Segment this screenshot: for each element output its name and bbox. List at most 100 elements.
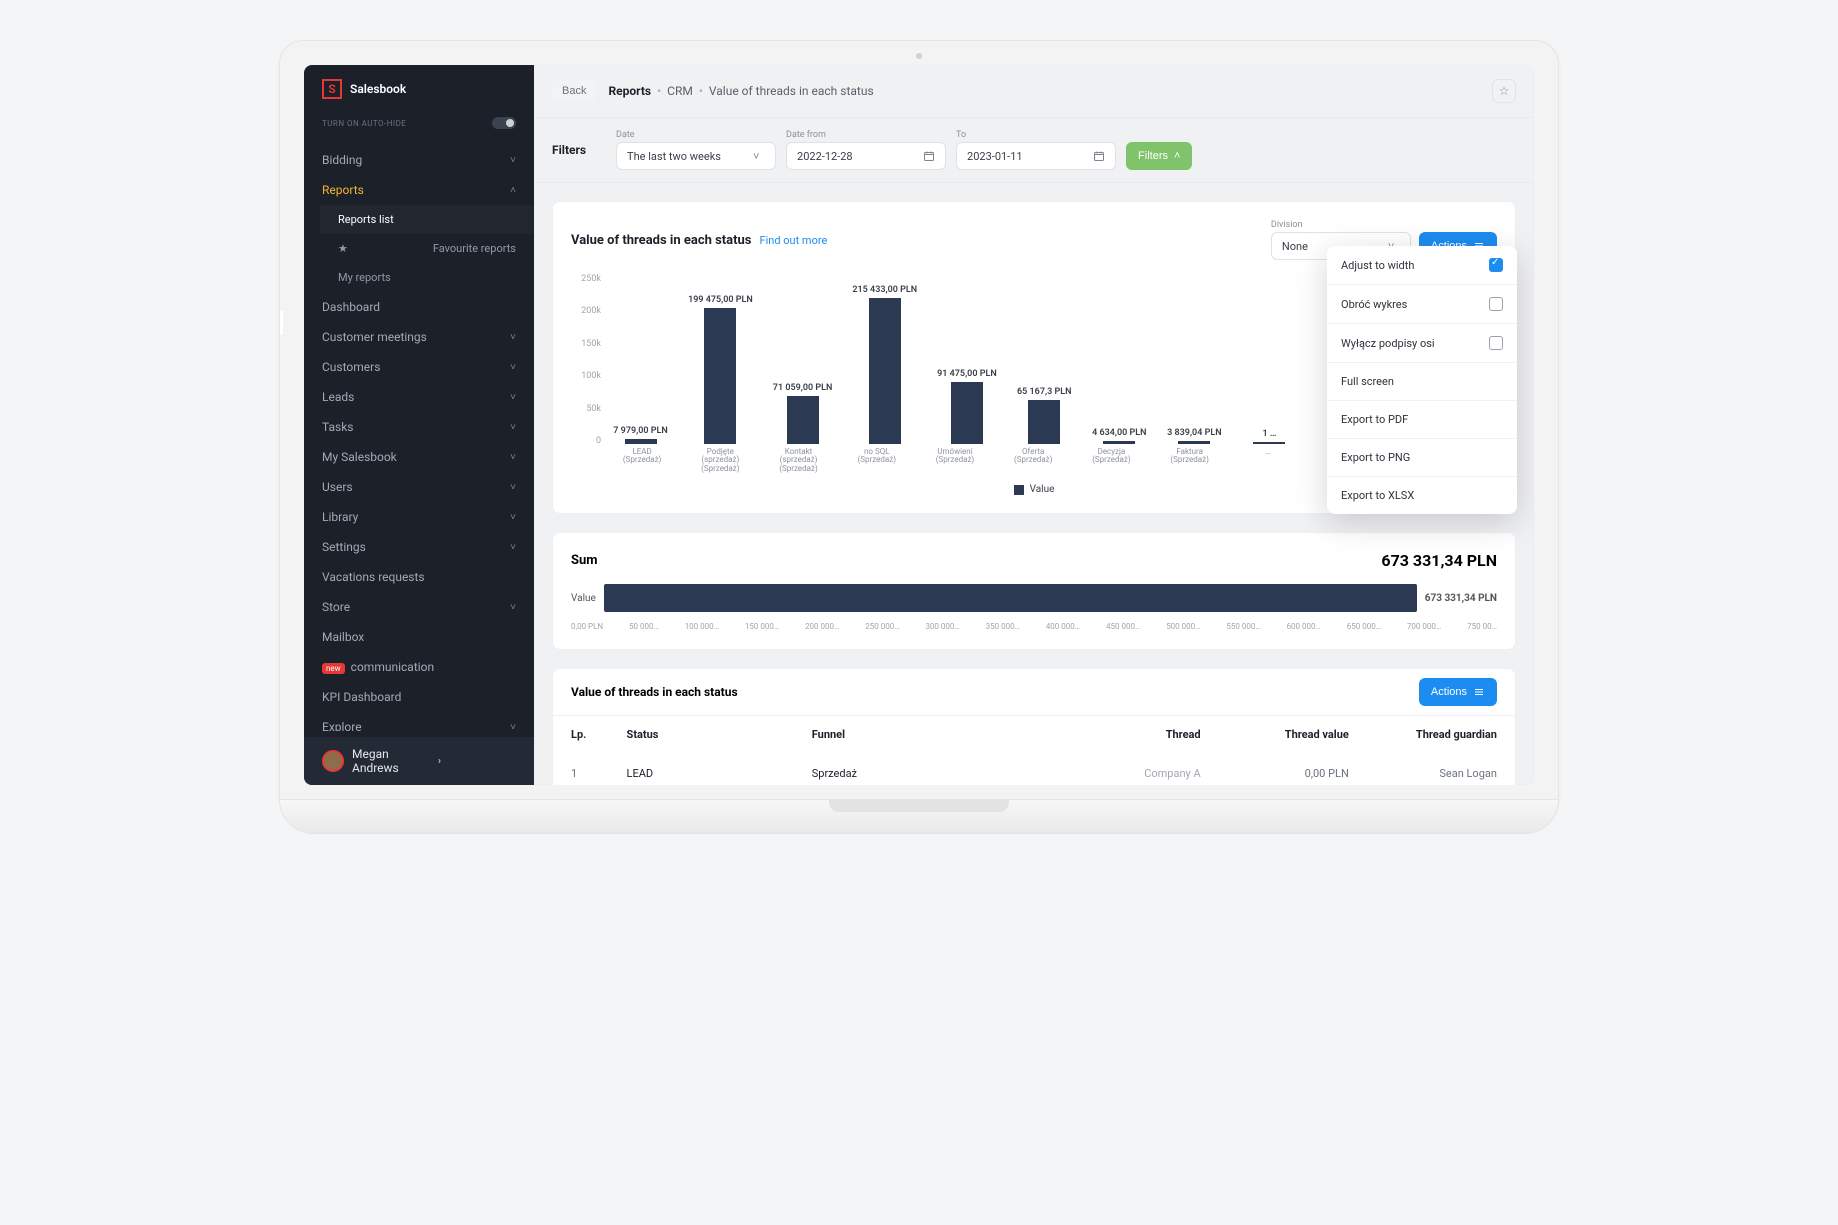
chevron-down-icon: ˅	[510, 422, 516, 433]
brand-icon: S	[322, 79, 342, 99]
date-label: Date	[616, 130, 776, 140]
calendar-icon	[923, 150, 935, 162]
chart-title: Value of threads in each status	[571, 233, 752, 248]
bar: 3 839,04 PLN	[1167, 274, 1222, 444]
sidebar: S Salesbook TURN ON AUTO-HIDE Bidding˅Re…	[304, 65, 534, 785]
sidebar-item-leads[interactable]: Leads˅	[304, 382, 534, 412]
sum-title: Sum	[571, 553, 598, 568]
sum-card: Sum 673 331,34 PLN Value 673 331,34 PLN …	[552, 532, 1516, 650]
sidebar-item-vacations-requests[interactable]: Vacations requests	[304, 562, 534, 592]
sidebar-item-customers[interactable]: Customers˅	[304, 352, 534, 382]
user-row[interactable]: Megan Andrews ›	[304, 737, 534, 785]
table-actions-button[interactable]: Actions	[1419, 678, 1497, 706]
sidebar-item-library[interactable]: Library˅	[304, 502, 534, 532]
dd-item-export-to-pdf[interactable]: Export to PDF	[1327, 401, 1517, 439]
chevron-down-icon: ˅	[510, 362, 516, 373]
main: Back Reports • CRM • Value of threads in…	[534, 65, 1534, 785]
division-label: Division	[1271, 220, 1411, 230]
sidebar-sub-favourite-reports[interactable]: ★Favourite reports	[320, 234, 534, 263]
sidebar-item-bidding[interactable]: Bidding˅	[304, 145, 534, 175]
menu-icon	[1473, 686, 1485, 698]
bar: 215 433,00 PLN	[852, 274, 917, 444]
dd-item-export-to-xlsx[interactable]: Export to XLSX	[1327, 477, 1517, 514]
sidebar-sub-reports-list[interactable]: Reports list	[320, 205, 534, 234]
find-out-more-link[interactable]: Find out more	[760, 234, 828, 247]
sum-value: 673 331,34 PLN	[1381, 551, 1497, 570]
calendar-icon	[1093, 150, 1105, 162]
back-button[interactable]: Back	[552, 80, 596, 102]
sidebar-item-my-salesbook[interactable]: My Salesbook˅	[304, 442, 534, 472]
nav: Bidding˅Reports˄Reports list★Favourite r…	[304, 145, 534, 731]
bar: 71 059,00 PLN	[773, 274, 833, 444]
dd-item-obr-wykres[interactable]: Obróć wykres	[1327, 285, 1517, 324]
x-label: no SQL (Sprzedaż)	[848, 448, 906, 474]
sum-row-label: Value	[571, 593, 596, 604]
date-from-input[interactable]: 2022-12-28	[786, 142, 946, 170]
sidebar-item-customer-meetings[interactable]: Customer meetings˅	[304, 322, 534, 352]
sidebar-sub-my-reports[interactable]: My reports	[320, 263, 534, 292]
breadcrumb: Reports • CRM • Value of threads in each…	[608, 84, 873, 98]
x-label: Decyzja (Sprzedaż)	[1082, 448, 1140, 474]
checkbox-icon	[1489, 336, 1503, 350]
dd-item-export-to-png[interactable]: Export to PNG	[1327, 439, 1517, 477]
favorite-toggle[interactable]: ☆	[1492, 79, 1516, 103]
bar: 1 …	[1242, 274, 1297, 444]
table-row[interactable]: 1LEADSprzedażCompany A0,00 PLNSean Logan	[553, 753, 1515, 785]
chevron-down-icon: ˅	[510, 542, 516, 553]
sum-bar-end-label: 673 331,34 PLN	[1425, 593, 1497, 604]
dd-item-full-screen[interactable]: Full screen	[1327, 363, 1517, 401]
x-label: Oferta (Sprzedaż)	[1004, 448, 1062, 474]
date-to-input[interactable]: 2023-01-11	[956, 142, 1116, 170]
chevron-down-icon: ˅	[510, 452, 516, 463]
brand: S Salesbook	[304, 65, 534, 109]
auto-hide-toggle[interactable]	[492, 117, 516, 129]
bar: 4 634,00 PLN	[1092, 274, 1147, 444]
crumb-reports[interactable]: Reports	[608, 84, 651, 98]
filters-button[interactable]: Filters˄	[1126, 142, 1192, 170]
auto-hide-label: TURN ON AUTO-HIDE	[322, 119, 406, 128]
table-head: Lp. Status Funnel Thread Thread value Th…	[553, 715, 1515, 753]
dd-item-wy-cz-podpisy-osi[interactable]: Wyłącz podpisy osi	[1327, 324, 1517, 363]
chevron-down-icon: ˅	[510, 155, 516, 166]
sum-bar: Value 673 331,34 PLN	[571, 584, 1497, 612]
sidebar-item-mailbox[interactable]: Mailbox	[304, 622, 534, 652]
chevron-right-icon: ›	[438, 756, 516, 767]
sidebar-item-users[interactable]: Users˅	[304, 472, 534, 502]
sidebar-item-explore[interactable]: Explore˅	[304, 712, 534, 731]
chevron-down-icon: ˅	[510, 722, 516, 732]
chevron-down-icon: ˅	[510, 392, 516, 403]
date-to-label: To	[956, 130, 1116, 140]
laptop-frame: S Salesbook TURN ON AUTO-HIDE Bidding˅Re…	[279, 40, 1559, 834]
chevron-down-icon: ˅	[510, 482, 516, 493]
x-label: …	[1239, 448, 1297, 474]
x-label: Faktura (Sprzedaż)	[1161, 448, 1219, 474]
x-label: Kontakt (sprzedaż) (Sprzedaż)	[769, 448, 827, 474]
sum-ticks: 0,00 PLN50 000…100 000…150 000…200 000…2…	[571, 622, 1497, 631]
x-label: Podjęte (sprzedaż) (Sprzedaż)	[691, 448, 749, 474]
x-label: LEAD (Sprzedaż)	[613, 448, 671, 474]
date-select[interactable]: The last two weeks ˅	[616, 142, 776, 170]
checkbox-icon	[1489, 258, 1503, 272]
table-body: 1LEADSprzedażCompany A0,00 PLNSean Logan	[553, 753, 1515, 785]
dd-item-adjust-to-width[interactable]: Adjust to width	[1327, 246, 1517, 285]
sidebar-item-store[interactable]: Store˅	[304, 592, 534, 622]
bar: 91 475,00 PLN	[937, 274, 997, 444]
chevron-down-icon: ˅	[510, 512, 516, 523]
sidebar-item-settings[interactable]: Settings˅	[304, 532, 534, 562]
bar: 7 979,00 PLN	[613, 274, 668, 444]
crumb-page: Value of threads in each status	[709, 84, 874, 98]
sidebar-item-kpi-dashboard[interactable]: KPI Dashboard	[304, 682, 534, 712]
bar: 65 167,3 PLN	[1017, 274, 1072, 444]
date-from-label: Date from	[786, 130, 946, 140]
sidebar-item-tasks[interactable]: Tasks˅	[304, 412, 534, 442]
x-label: Umówieni (Sprzedaż)	[926, 448, 984, 474]
sidebar-item-reports[interactable]: Reports˄	[304, 175, 534, 205]
avatar	[322, 750, 344, 772]
table-card: Value of threads in each status Actions …	[552, 668, 1516, 785]
chevron-down-icon: ˅	[753, 150, 765, 162]
bar: 199 475,00 PLN	[688, 274, 753, 444]
sidebar-item-communication[interactable]: newcommunication	[304, 652, 534, 682]
topbar: Back Reports • CRM • Value of threads in…	[534, 65, 1534, 118]
crumb-crm[interactable]: CRM	[667, 84, 693, 98]
sidebar-item-dashboard[interactable]: Dashboard	[304, 292, 534, 322]
